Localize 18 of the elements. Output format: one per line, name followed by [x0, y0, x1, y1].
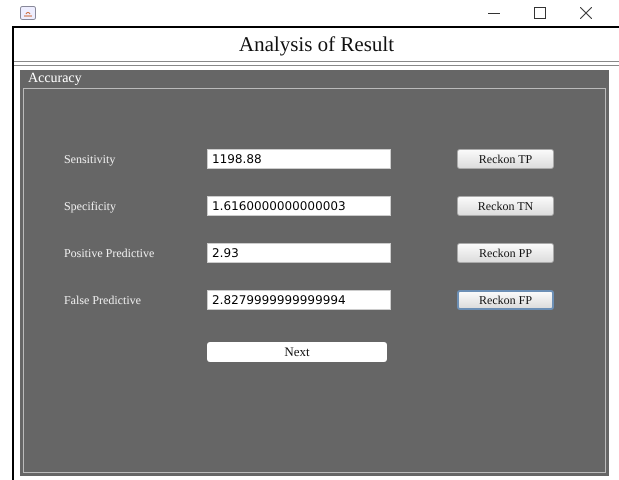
- close-icon: [580, 7, 592, 19]
- input-field[interactable]: 1.6160000000000003: [207, 196, 391, 216]
- next-button[interactable]: Next: [207, 342, 387, 362]
- reckon-button[interactable]: Reckon FP: [457, 290, 554, 310]
- field-label: Specificity: [64, 198, 117, 214]
- reckon-button[interactable]: Reckon TP: [457, 149, 554, 169]
- reckon-button[interactable]: Reckon TN: [457, 196, 554, 216]
- input-field[interactable]: 1198.88: [207, 149, 391, 169]
- field-label: Positive Predictive: [64, 246, 156, 260]
- input-field[interactable]: 2.8279999999999994: [207, 290, 391, 310]
- maximize-icon: [534, 7, 546, 19]
- reckon-button[interactable]: Reckon PP: [457, 243, 554, 263]
- app-icon: [20, 6, 36, 20]
- panel-title: Accuracy: [27, 70, 83, 88]
- header-title: Analysis of Result: [238, 32, 394, 57]
- field-label: Sensitivity: [64, 152, 116, 166]
- input-field[interactable]: 2.93: [207, 243, 391, 263]
- field-label: False Predictive: [64, 292, 142, 308]
